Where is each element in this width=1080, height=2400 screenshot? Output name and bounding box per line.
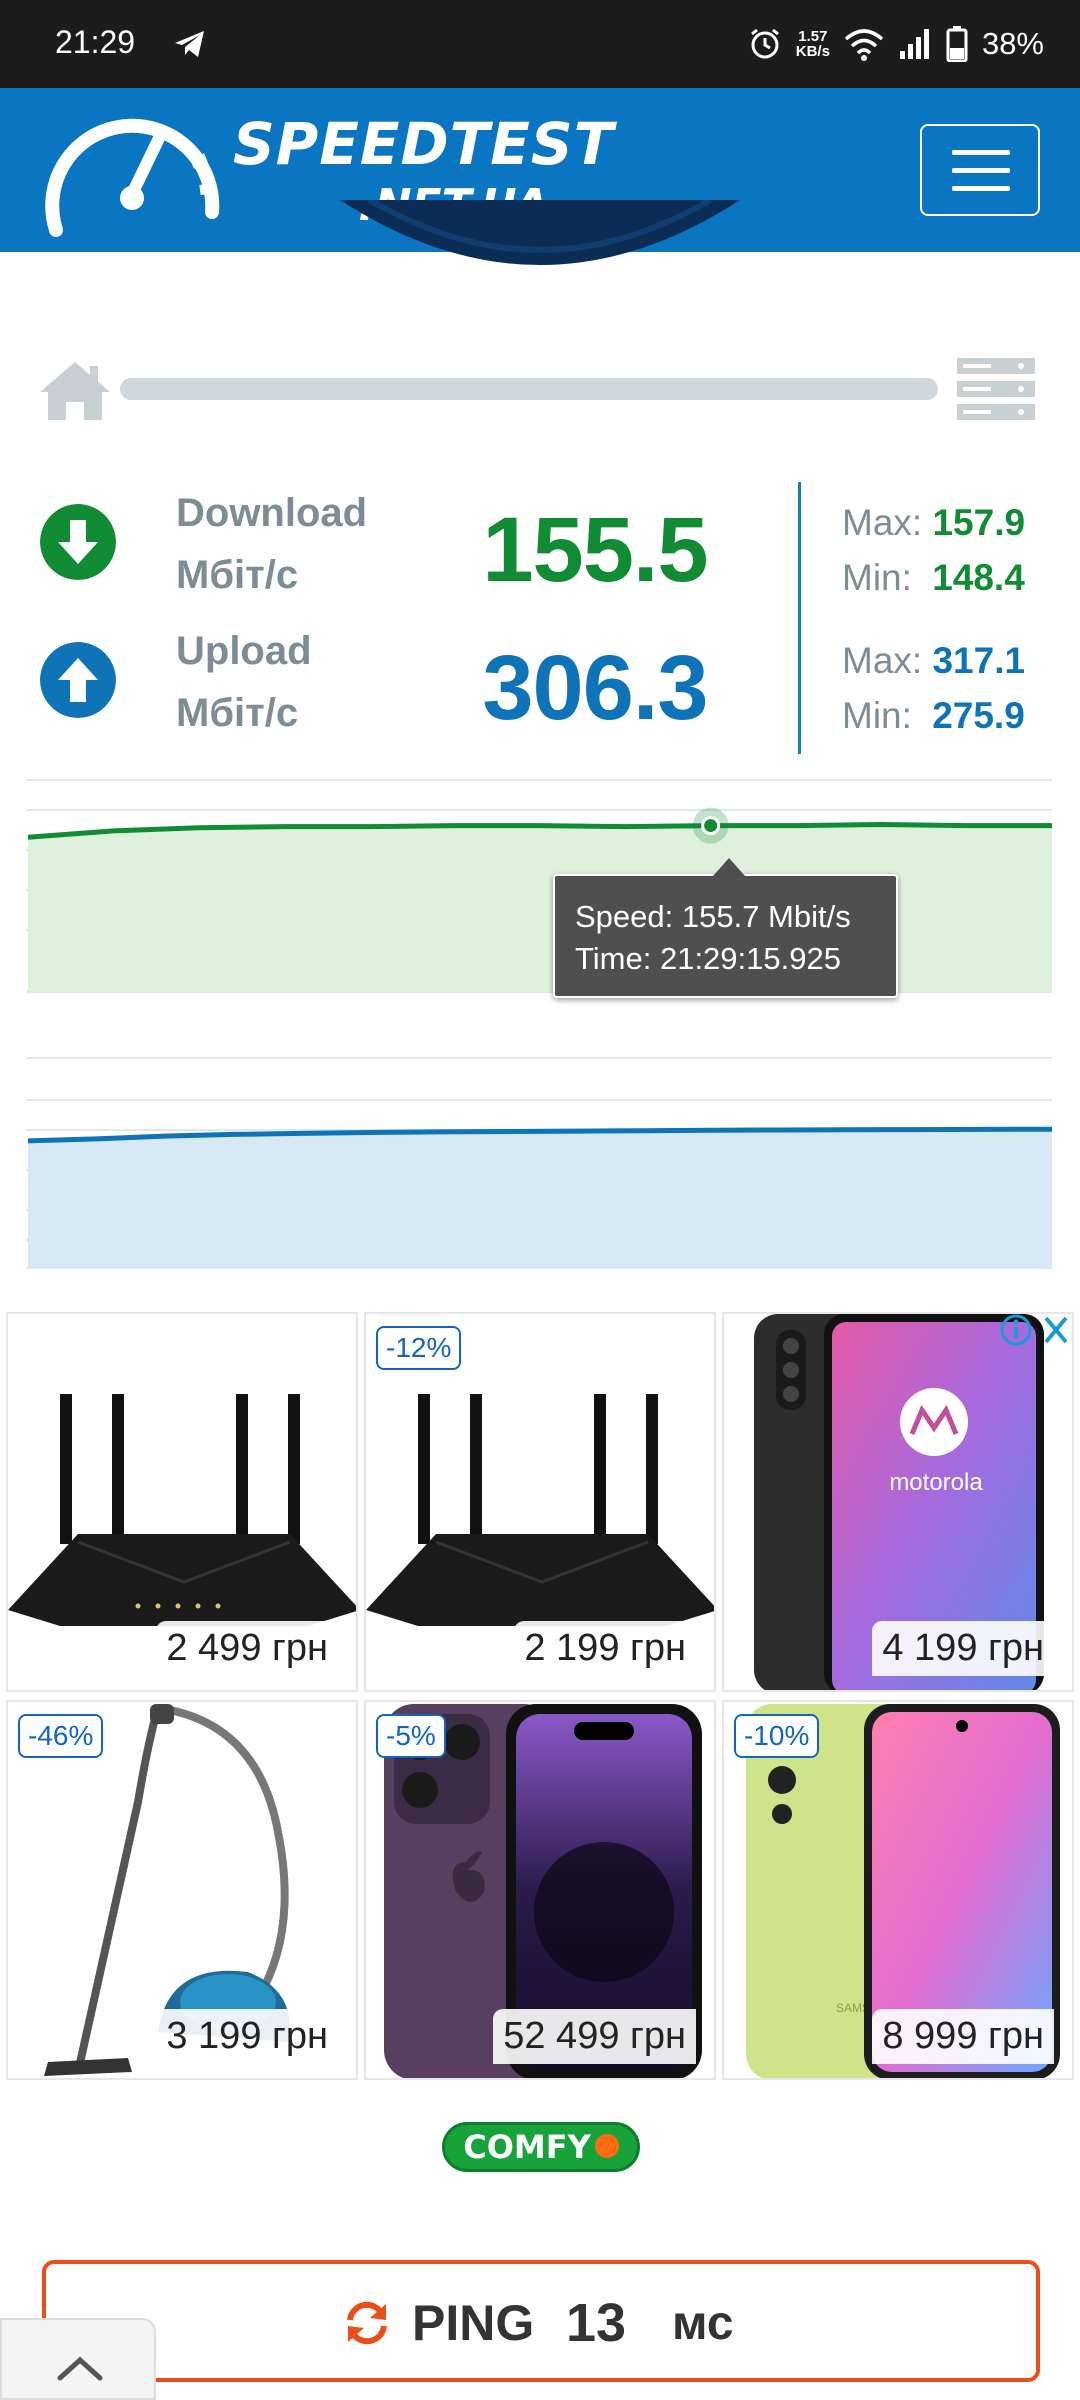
upload-min-label: Min: [842, 695, 912, 736]
tooltip-speed: Speed: 155.7 Mbit/s [575, 899, 851, 934]
ad-product-iphone[interactable]: -5% 52 499 грн [364, 1700, 716, 2080]
ad-discount-badge: -10% [734, 1714, 820, 1758]
net-speed-indicator: 1.57 KB/s [796, 29, 830, 59]
ad-discount-badge: -46% [18, 1714, 104, 1758]
download-min: Min: 148.4 [842, 557, 1025, 599]
ad-price: 52 499 грн [493, 2009, 696, 2064]
ad-product-router-2[interactable]: -12% 2 199 грн [364, 1312, 716, 1692]
wifi-icon [844, 29, 884, 61]
comfy-logo[interactable]: COMFY [442, 2122, 640, 2172]
download-max-label: Max: [842, 502, 923, 543]
speedometer-arc [340, 200, 740, 265]
battery-icon [946, 26, 968, 62]
chart-hover-point [701, 816, 721, 836]
download-label: Download Мбіт/с [176, 482, 367, 606]
ad-product-router-1[interactable]: 2 499 грн [6, 1312, 358, 1692]
upload-min: Min: 275.9 [842, 695, 1025, 737]
ad-discount-badge: -12% [376, 1326, 462, 1370]
status-time: 21:29 [55, 24, 136, 60]
adchoices-icon[interactable] [996, 1310, 1076, 1350]
ping-value: 13 [566, 2293, 627, 2353]
upload-value: 306.3 [482, 637, 708, 739]
alarm-icon [750, 28, 779, 59]
ad-price: 2 499 грн [156, 1621, 338, 1676]
upload-max-label: Max: [842, 640, 923, 681]
speed-charts [26, 779, 1053, 1269]
battery-percent: 38% [981, 26, 1044, 61]
ad-price: 8 999 грн [872, 2009, 1054, 2064]
upload-label-unit: Мбіт/с [176, 691, 299, 735]
ping-panel[interactable]: PING 13 мс [42, 2260, 1040, 2382]
ping-label: PING [412, 2295, 535, 2351]
download-value: 155.5 [482, 499, 708, 601]
download-label-title: Download [176, 491, 368, 535]
hamburger-menu-button[interactable] [920, 124, 1040, 216]
upload-chart-area [28, 1129, 1052, 1268]
upload-min-value: 275.9 [932, 695, 1025, 736]
ad-product-samsung[interactable]: SAMSUNG -10% 8 999 грн [722, 1700, 1074, 2080]
download-max-value: 157.9 [932, 502, 1026, 543]
ad-price: 3 199 грн [156, 2009, 338, 2064]
speedometer-logo-icon[interactable] [34, 102, 224, 242]
test-progress-bar [120, 378, 938, 400]
status-icons: 1.57 KB/s 38% [748, 20, 1044, 68]
net-speed-value: 1.57 [798, 28, 828, 45]
upload-label: Upload Мбіт/с [176, 620, 312, 744]
comfy-dot-icon [594, 2134, 619, 2158]
download-min-value: 148.4 [932, 557, 1025, 598]
status-bar: 21:29 1.57 KB/s 38% [0, 0, 1080, 88]
logo-title[interactable]: SPEEDTEST [233, 110, 614, 178]
close-icon [1044, 1316, 1068, 1344]
download-arrow-icon [40, 504, 116, 580]
server-icon[interactable] [955, 356, 1037, 422]
results-divider [798, 482, 801, 754]
upload-arrow-icon [40, 642, 116, 718]
telegram-icon [175, 31, 204, 57]
download-label-unit: Мбіт/с [176, 553, 299, 597]
ad-price: 2 199 грн [514, 1621, 696, 1676]
net-speed-unit: KB/s [795, 43, 830, 60]
ping-unit: мс [672, 2297, 734, 2350]
download-max: Max: 157.9 [842, 502, 1025, 544]
chevron-up-icon [57, 2356, 103, 2381]
ad-discount-badge: -5% [376, 1714, 446, 1758]
download-min-label: Min: [842, 557, 912, 598]
scroll-to-top-button[interactable] [0, 2318, 156, 2400]
menu-bar [952, 186, 1010, 191]
tooltip-time: Time: 21:29:15.925 [575, 941, 841, 976]
ad-product-motorola[interactable]: motorola 4 199 грн [722, 1312, 1074, 1692]
ad-product-vacuum[interactable]: -46% 3 199 грн [6, 1700, 358, 2080]
upload-max: Max: 317.1 [842, 640, 1025, 682]
menu-bar [952, 168, 1010, 173]
chart-tooltip: Speed: 155.7 Mbit/s Time: 21:29:15.925 [553, 858, 898, 998]
ad-price: 4 199 грн [872, 1621, 1054, 1676]
comfy-logo-text: COMFY [463, 2128, 591, 2166]
upload-label-title: Upload [176, 629, 312, 673]
upload-max-value: 317.1 [932, 640, 1026, 681]
menu-bar [952, 150, 1010, 155]
signal-icon [899, 29, 929, 59]
refresh-icon[interactable] [342, 2298, 392, 2348]
download-chart-area [28, 824, 1052, 992]
ad-phone-brand: motorola [889, 1469, 983, 1496]
home-icon[interactable] [38, 360, 112, 422]
